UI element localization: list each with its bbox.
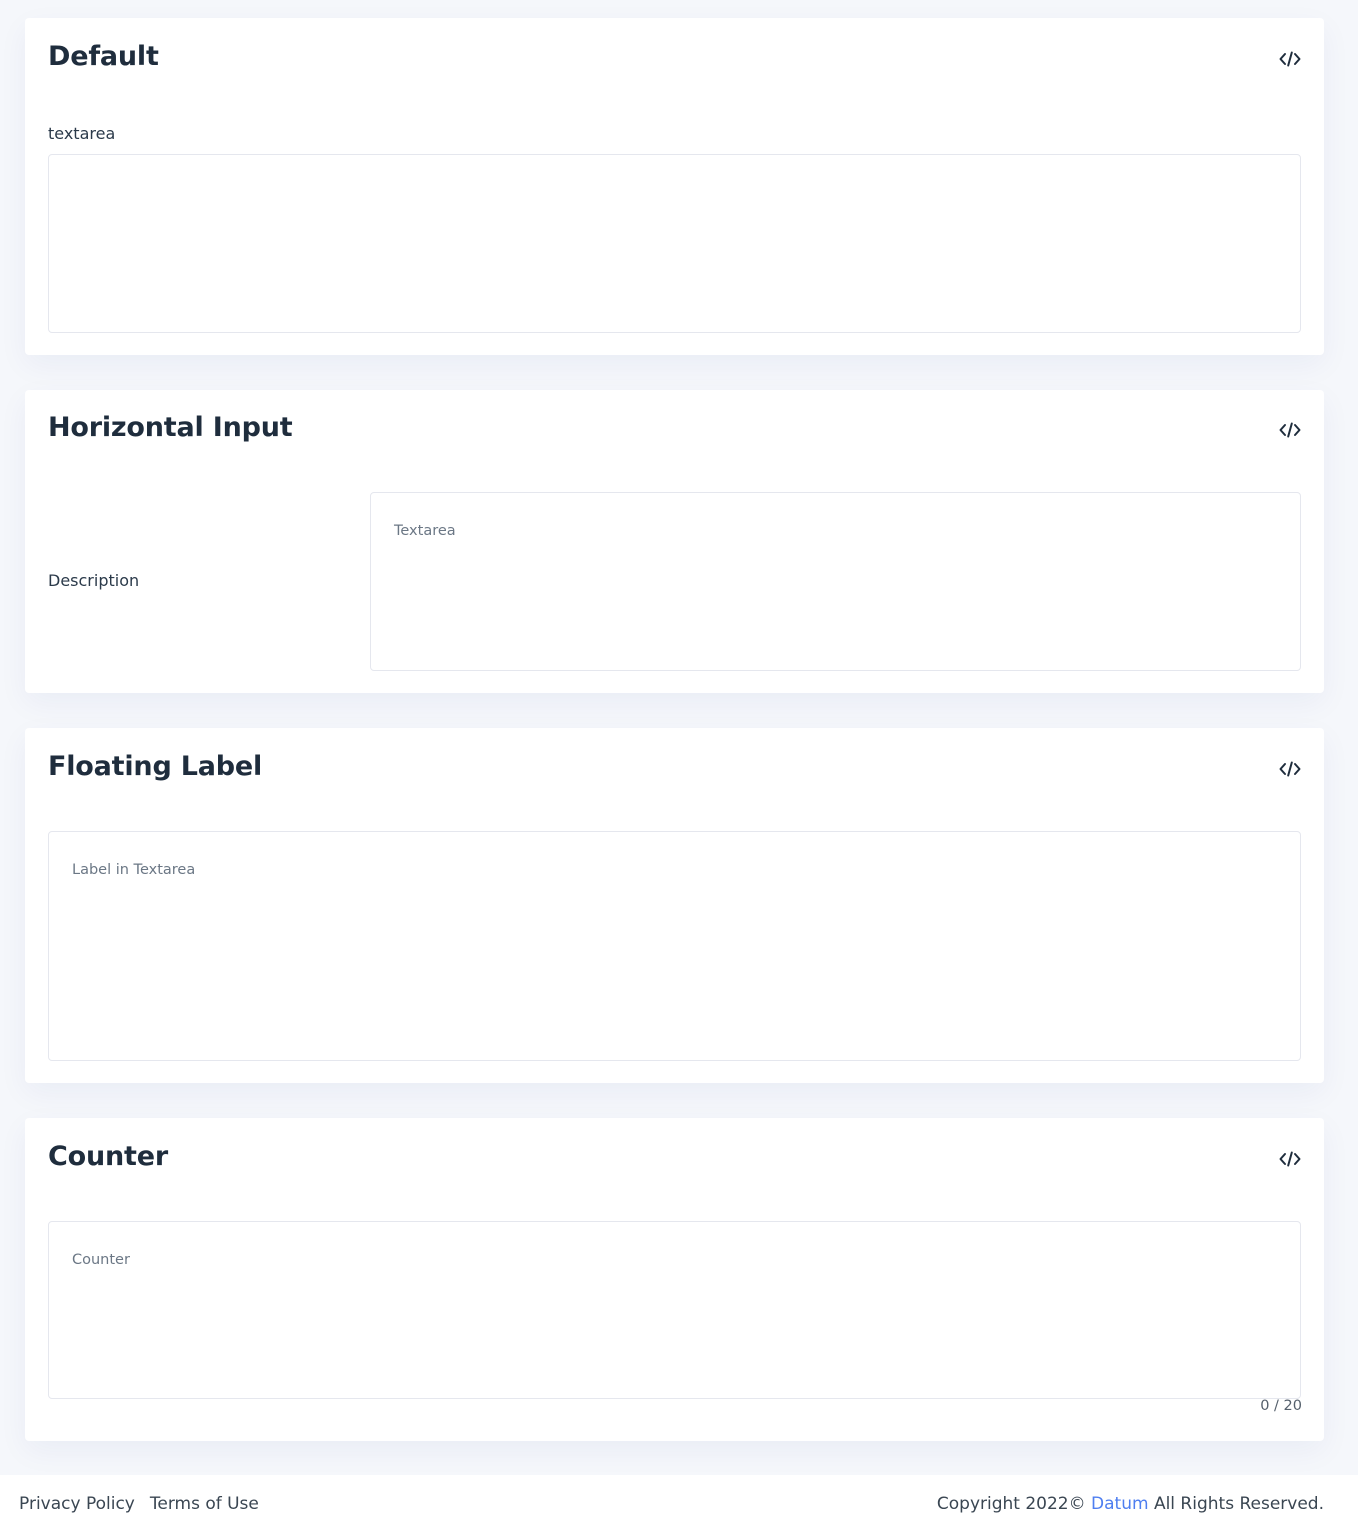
privacy-policy-link[interactable]: Privacy Policy (19, 1494, 135, 1514)
footer-links: Privacy Policy Terms of Use (19, 1494, 259, 1514)
card-title: Horizontal Input (48, 412, 293, 443)
card-floating-label: Floating Label Label in Textarea (25, 728, 1324, 1083)
card-counter: Counter Counter 0 / 20 (25, 1118, 1324, 1441)
copyright-prefix: Copyright 2022© (936, 1494, 1086, 1514)
card-title: Floating Label (48, 751, 263, 782)
floating-label-textarea[interactable]: Label in Textarea (48, 831, 1301, 1061)
code-icon (1279, 422, 1301, 438)
description-textarea[interactable]: Textarea (370, 492, 1301, 671)
default-textarea[interactable] (48, 154, 1301, 333)
code-icon (1279, 1151, 1301, 1167)
copyright: Copyright 2022© Datum All Rights Reserve… (937, 1494, 1324, 1514)
code-icon (1279, 51, 1301, 67)
copyright-suffix: All Rights Reserved. (1153, 1494, 1324, 1514)
card-default: Default textarea (25, 18, 1324, 355)
view-code-button[interactable] (1278, 758, 1302, 780)
footer: Privacy Policy Terms of Use Copyright 20… (0, 1475, 1358, 1533)
view-code-button[interactable] (1278, 48, 1302, 70)
textarea-label: textarea (48, 124, 116, 143)
card-title: Default (48, 41, 159, 72)
counter-textarea[interactable]: Counter (48, 1221, 1301, 1399)
description-label: Description (48, 571, 140, 590)
view-code-button[interactable] (1278, 419, 1302, 441)
textarea-placeholder: Textarea (394, 523, 456, 539)
code-icon (1279, 761, 1301, 777)
floating-label: Label in Textarea (72, 862, 196, 878)
character-counter: 0 / 20 (1260, 1398, 1302, 1414)
terms-of-use-link[interactable]: Terms of Use (150, 1494, 259, 1514)
textarea-placeholder: Counter (72, 1252, 130, 1268)
view-code-button[interactable] (1278, 1148, 1302, 1170)
card-title: Counter (48, 1141, 168, 1172)
brand-link[interactable]: Datum (1091, 1494, 1149, 1514)
card-horizontal-input: Horizontal Input Description Textarea (25, 390, 1324, 693)
